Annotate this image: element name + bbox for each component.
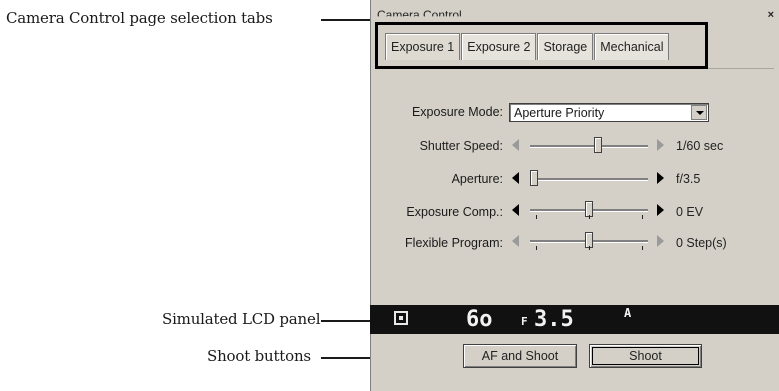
exposure-mode-value: Aperture Priority [514, 106, 605, 120]
aperture-decrease-icon[interactable] [512, 172, 519, 184]
tab-storage[interactable]: Storage [537, 33, 594, 60]
aperture-increase-icon[interactable] [657, 172, 664, 184]
exposure-mode-select[interactable]: Aperture Priority [509, 103, 709, 122]
exposure-comp-value: 0 EV [676, 205, 704, 219]
exposure-comp-label: Exposure Comp.: [406, 205, 503, 219]
tab-selection-highlight: Exposure 1 Exposure 2 Storage Mechanical [375, 22, 708, 69]
metering-icon [394, 311, 408, 325]
shutter-increase-icon[interactable] [657, 139, 664, 151]
callout-lcd: Simulated LCD panel [162, 310, 321, 328]
aperture-track[interactable] [530, 178, 648, 181]
tab-mechanical[interactable]: Mechanical [594, 33, 670, 60]
window-title: Camera Control [377, 8, 462, 22]
tick-mark [536, 215, 537, 219]
tick-mark [536, 246, 537, 250]
callout-lcd-line [321, 320, 370, 322]
flexible-program-label: Flexible Program: [405, 236, 503, 250]
tick-mark [642, 246, 643, 250]
callout-tabs-line [321, 19, 375, 21]
tab-exposure-2[interactable]: Exposure 2 [461, 33, 537, 60]
shutter-speed-track[interactable] [530, 145, 648, 148]
simulated-lcd-panel: 6o F 3.5 A [370, 305, 779, 334]
lcd-mode: A [624, 306, 632, 320]
callout-shoot: Shoot buttons [207, 347, 311, 365]
flexible-program-decrease-icon[interactable] [512, 235, 519, 247]
dropdown-arrow-icon[interactable] [691, 105, 707, 120]
lcd-aperture: 3.5 [534, 307, 574, 332]
aperture-thumb[interactable] [530, 170, 538, 186]
close-icon[interactable]: × [768, 9, 774, 21]
lcd-shutter: 6o [466, 307, 493, 332]
tick-mark [642, 215, 643, 219]
aperture-label: Aperture: [451, 172, 503, 186]
exposure-comp-increase-icon[interactable] [657, 204, 664, 216]
shutter-speed-label: Shutter Speed: [419, 139, 503, 153]
flexible-program-value: 0 Step(s) [676, 236, 727, 250]
tick-mark [589, 215, 590, 219]
shutter-speed-value: 1/60 sec [676, 139, 724, 153]
shutter-speed-thumb[interactable] [593, 137, 602, 153]
tab-bar: Exposure 1 Exposure 2 Storage Mechanical [385, 33, 670, 60]
flexible-program-increase-icon[interactable] [657, 235, 664, 247]
exposure-comp-decrease-icon[interactable] [512, 204, 519, 216]
shutter-decrease-icon[interactable] [512, 139, 519, 151]
af-and-shoot-button[interactable]: AF and Shoot [463, 344, 577, 368]
aperture-value: f/3.5 [676, 172, 701, 186]
exposure-mode-label: Exposure Mode: [411, 105, 503, 119]
shoot-button[interactable]: Shoot [589, 344, 702, 368]
callout-tabs: Camera Control page selection tabs [6, 9, 273, 27]
tab-exposure-1[interactable]: Exposure 1 [385, 33, 461, 60]
lcd-aperture-prefix: F [521, 315, 528, 328]
tick-mark [589, 246, 590, 250]
